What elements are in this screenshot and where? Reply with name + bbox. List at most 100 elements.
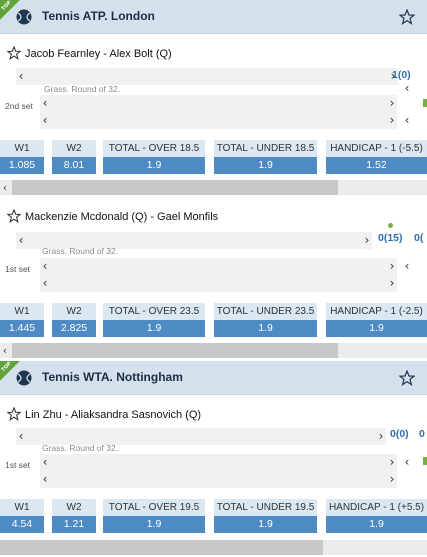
chevron-down-icon[interactable]: ‹ bbox=[402, 80, 412, 97]
odd-total-over[interactable]: TOTAL - OVER 23.5 1.9 bbox=[103, 303, 205, 337]
live-indicator bbox=[423, 99, 427, 107]
odd-value[interactable]: 1.9 bbox=[326, 516, 427, 533]
odd-value[interactable]: 1.445 bbox=[0, 320, 44, 337]
chevron-right-icon[interactable]: › bbox=[387, 258, 397, 275]
league-title[interactable]: Tennis ATP. London bbox=[42, 9, 155, 23]
serve-indicator bbox=[388, 223, 393, 228]
odd-handicap[interactable]: HANDICAP - 1 (+5.5) 1.9 bbox=[326, 499, 427, 533]
chevron-right-icon[interactable]: › bbox=[387, 454, 397, 471]
scores-scroll-row[interactable]: ‹ › bbox=[40, 454, 397, 471]
odd-value[interactable]: 1.9 bbox=[103, 516, 205, 533]
odd-total-under[interactable]: TOTAL - UNDER 19.5 1.9 bbox=[214, 499, 317, 533]
odd-w1[interactable]: W1 4.54 bbox=[0, 499, 44, 533]
match-teams[interactable]: Mackenzie Mcdonald (Q) - Gael Monfils bbox=[25, 211, 218, 223]
chevron-left-icon[interactable]: ‹ bbox=[40, 112, 50, 129]
odd-w2[interactable]: W2 2.825 bbox=[52, 303, 96, 337]
odd-value[interactable]: 1.9 bbox=[326, 320, 427, 337]
chevron-down-icon[interactable]: ‹ bbox=[402, 258, 412, 275]
chevron-down-icon[interactable]: ‹ bbox=[402, 112, 412, 129]
odd-w1[interactable]: W1 1.085 bbox=[0, 140, 44, 174]
chevron-left-icon[interactable]: ‹ bbox=[40, 454, 50, 471]
chevron-right-icon[interactable]: › bbox=[362, 232, 372, 249]
scrollbar-thumb[interactable] bbox=[12, 180, 338, 195]
odd-value[interactable]: 8.01 bbox=[52, 157, 96, 174]
star-favorite-icon[interactable] bbox=[7, 407, 21, 421]
scrollbar-thumb[interactable] bbox=[12, 343, 338, 358]
odd-total-over[interactable]: TOTAL - OVER 19.5 1.9 bbox=[103, 499, 205, 533]
odd-label: W1 bbox=[0, 499, 44, 516]
horizontal-scrollbar[interactable] bbox=[0, 540, 427, 555]
star-favorite-icon[interactable] bbox=[399, 370, 415, 386]
match-card: Jacob Fearnley - Alex Bolt (Q) ‹ › 1(0) … bbox=[0, 36, 427, 196]
chevron-left-icon[interactable]: ‹ bbox=[0, 343, 10, 358]
scores-scroll-row[interactable]: ‹ › bbox=[40, 95, 397, 112]
chevron-left-icon[interactable]: ‹ bbox=[40, 258, 50, 275]
scores-scroll-row[interactable]: ‹ › bbox=[40, 275, 397, 292]
chevron-left-icon[interactable]: ‹ bbox=[40, 471, 50, 488]
set-label: 1st set bbox=[5, 460, 31, 470]
odd-label: TOTAL - OVER 18.5 bbox=[103, 140, 205, 157]
scores-scroll-row[interactable]: ‹ › bbox=[16, 68, 398, 85]
chevron-right-icon[interactable]: › bbox=[387, 112, 397, 129]
chevron-left-icon[interactable]: ‹ bbox=[0, 180, 10, 195]
chevron-down-icon[interactable]: ‹ bbox=[402, 454, 412, 471]
odd-value[interactable]: 1.9 bbox=[103, 157, 205, 174]
chevron-right-icon[interactable]: › bbox=[387, 95, 397, 112]
odd-w1[interactable]: W1 1.445 bbox=[0, 303, 44, 337]
odd-value[interactable]: 1.21 bbox=[52, 516, 96, 533]
chevron-left-icon[interactable]: ‹ bbox=[40, 275, 50, 292]
league-title[interactable]: Tennis WTA. Nottingham bbox=[42, 370, 183, 384]
odd-label: TOTAL - OVER 19.5 bbox=[103, 499, 205, 516]
live-indicator bbox=[423, 457, 427, 465]
match-teams[interactable]: Lin Zhu - Aliaksandra Sasnovich (Q) bbox=[25, 409, 201, 421]
chevron-left-icon[interactable]: ‹ bbox=[16, 232, 26, 249]
odd-label: TOTAL - OVER 23.5 bbox=[103, 303, 205, 320]
odd-value[interactable]: 1.52 bbox=[326, 157, 427, 174]
odd-w2[interactable]: W2 8.01 bbox=[52, 140, 96, 174]
odd-label: HANDICAP - 1 (-5.5) bbox=[326, 140, 427, 157]
odd-total-under[interactable]: TOTAL - UNDER 18.5 1.9 bbox=[214, 140, 317, 174]
odd-handicap[interactable]: HANDICAP - 1 (-2.5) 1.9 bbox=[326, 303, 427, 337]
set-label: 1st set bbox=[5, 264, 31, 274]
star-favorite-icon[interactable] bbox=[7, 46, 21, 60]
odd-label: TOTAL - UNDER 18.5 bbox=[214, 140, 317, 157]
chevron-left-icon[interactable]: ‹ bbox=[40, 95, 50, 112]
odd-total-over[interactable]: TOTAL - OVER 18.5 1.9 bbox=[103, 140, 205, 174]
tennis-ball-icon bbox=[16, 9, 32, 25]
scores-scroll-row[interactable]: ‹ › bbox=[40, 258, 397, 275]
league-header-atp-london[interactable]: TOP Tennis ATP. London bbox=[0, 0, 427, 34]
match-score: 0(0) bbox=[390, 428, 409, 440]
match-card: Lin Zhu - Aliaksandra Sasnovich (Q) ‹ › … bbox=[0, 397, 427, 557]
scrollbar-thumb[interactable] bbox=[0, 540, 323, 555]
odd-value[interactable]: 1.9 bbox=[214, 320, 317, 337]
scores-scroll-row[interactable]: ‹ › bbox=[40, 112, 397, 129]
chevron-left-icon[interactable]: ‹ bbox=[16, 428, 26, 445]
star-favorite-icon[interactable] bbox=[7, 209, 21, 223]
scores-scroll-row[interactable]: ‹ › bbox=[40, 471, 397, 488]
horizontal-scrollbar[interactable]: ‹ bbox=[0, 343, 427, 358]
chevron-right-icon[interactable]: › bbox=[387, 275, 397, 292]
odd-w2[interactable]: W2 1.21 bbox=[52, 499, 96, 533]
odd-value[interactable]: 1.085 bbox=[0, 157, 44, 174]
star-favorite-icon[interactable] bbox=[399, 9, 415, 25]
odd-value[interactable]: 1.9 bbox=[103, 320, 205, 337]
chevron-right-icon[interactable]: › bbox=[376, 428, 386, 445]
odd-value[interactable]: 1.9 bbox=[214, 516, 317, 533]
league-header-wta-nottingham[interactable]: TOP Tennis WTA. Nottingham bbox=[0, 361, 427, 395]
odd-label: HANDICAP - 1 (-2.5) bbox=[326, 303, 427, 320]
match-score-extra: 0( bbox=[414, 232, 424, 244]
odd-label: TOTAL - UNDER 23.5 bbox=[214, 303, 317, 320]
odd-handicap[interactable]: HANDICAP - 1 (-5.5) 1.52 bbox=[326, 140, 427, 174]
odd-value[interactable]: 1.9 bbox=[214, 157, 317, 174]
chevron-right-icon[interactable]: › bbox=[387, 471, 397, 488]
match-score: 0(15) bbox=[378, 232, 403, 244]
odd-value[interactable]: 4.54 bbox=[0, 516, 44, 533]
odd-total-under[interactable]: TOTAL - UNDER 23.5 1.9 bbox=[214, 303, 317, 337]
odd-label: W1 bbox=[0, 140, 44, 157]
chevron-left-icon[interactable]: ‹ bbox=[16, 68, 26, 85]
horizontal-scrollbar[interactable]: ‹ bbox=[0, 180, 427, 195]
odd-label: TOTAL - UNDER 19.5 bbox=[214, 499, 317, 516]
match-teams[interactable]: Jacob Fearnley - Alex Bolt (Q) bbox=[25, 48, 172, 60]
match-info: Grass. Round of 32. bbox=[44, 84, 121, 94]
odd-value[interactable]: 2.825 bbox=[52, 320, 96, 337]
